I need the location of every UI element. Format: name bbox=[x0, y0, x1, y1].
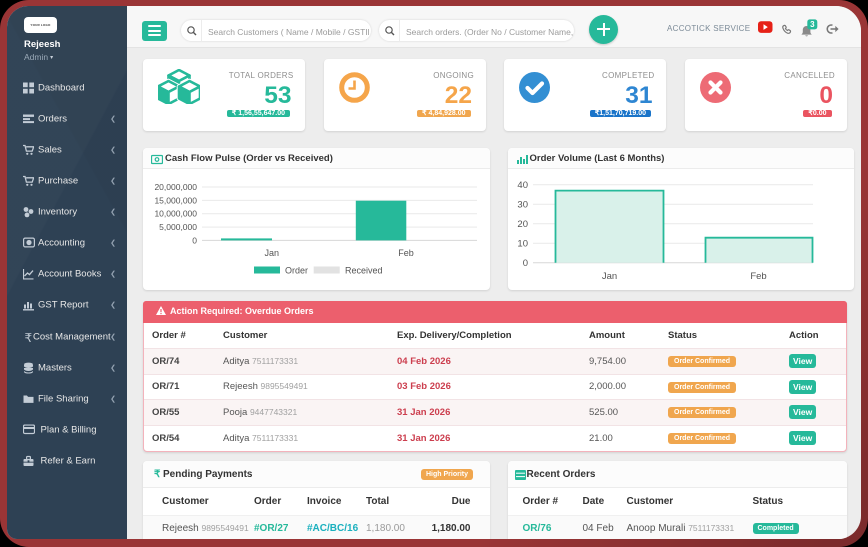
svg-text:15,000,000: 15,000,000 bbox=[154, 195, 197, 205]
svg-text:10: 10 bbox=[517, 238, 528, 249]
svg-text:10,000,000: 10,000,000 bbox=[154, 208, 197, 218]
svg-text:Received: Received bbox=[345, 265, 383, 275]
svg-text:Jan: Jan bbox=[264, 248, 279, 258]
svg-text:₹: ₹ bbox=[25, 331, 33, 343]
svg-text:0: 0 bbox=[192, 235, 197, 245]
svg-text:Feb: Feb bbox=[398, 248, 414, 258]
svg-text:5,000,000: 5,000,000 bbox=[159, 222, 197, 232]
svg-text:20: 20 bbox=[517, 219, 528, 230]
svg-text:Jan: Jan bbox=[601, 271, 616, 282]
svg-text:20,000,000: 20,000,000 bbox=[154, 182, 197, 192]
svg-text:Feb: Feb bbox=[750, 271, 766, 282]
svg-text:30: 30 bbox=[517, 199, 528, 210]
svg-text:0: 0 bbox=[522, 258, 527, 269]
svg-text:40: 40 bbox=[517, 180, 528, 191]
svg-text:3: 3 bbox=[810, 20, 815, 29]
svg-text:Order: Order bbox=[285, 265, 308, 275]
